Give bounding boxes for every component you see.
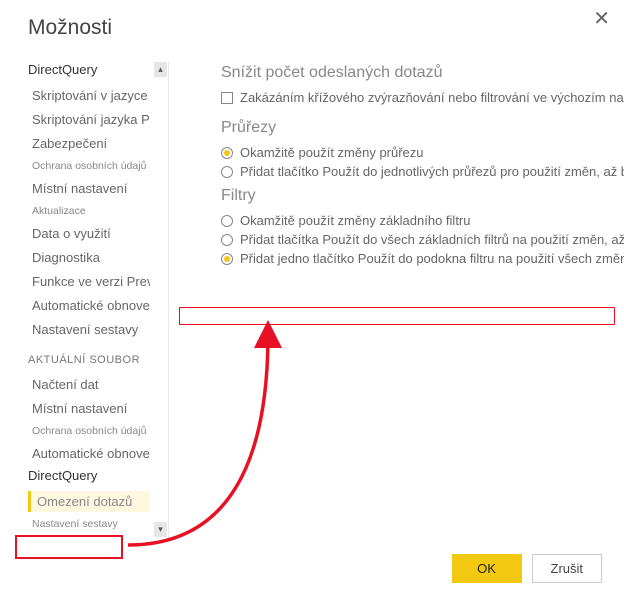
close-icon[interactable]: ✕ [593, 6, 610, 31]
sidebar: ▴ DirectQuery Skriptování v jazyce R Skr… [28, 62, 150, 540]
sidebar-item-usage-data[interactable]: Data o využití [28, 223, 150, 244]
sidebar-item-directquery1[interactable]: DirectQuery [28, 62, 150, 77]
checkbox-disable-crosshighlight-label: Zakázáním křížového zvýrazňování nebo fi… [240, 90, 624, 105]
sidebar-item-local-settings1[interactable]: Místní nastavení [28, 178, 150, 199]
sidebar-item-data-load[interactable]: Načtení dat [28, 374, 150, 395]
radio-filter-instant[interactable] [221, 215, 233, 227]
sidebar-item-auto-recovery2[interactable]: Automatické obnovení [28, 443, 150, 464]
sidebar-item-preview-features[interactable]: Funkce ve verzi Preview [28, 271, 150, 292]
sidebar-item-privacy1[interactable]: Ochrana osobních údajů [28, 157, 150, 175]
sidebar-item-privacy2[interactable]: Ochrana osobních údajů [28, 422, 150, 440]
dialog-footer: OK Zrušit [452, 554, 603, 583]
sidebar-item-security[interactable]: Zabezpečení [28, 133, 150, 154]
sidebar-item-report-settings2[interactable]: Nastavení sestavy [28, 515, 150, 533]
sidebar-item-auto-recovery1[interactable]: Automatické obnovení [28, 295, 150, 316]
radio-filter-apply-all[interactable] [221, 253, 233, 265]
cancel-button[interactable]: Zrušit [532, 554, 603, 583]
section-slicers: Průřezy [221, 119, 624, 137]
radio-filter-apply-all-label: Přidat jedno tlačítko Použít do podokna … [240, 251, 624, 266]
dialog-title: Možnosti [28, 16, 624, 40]
scroll-up-icon[interactable]: ▴ [154, 62, 167, 77]
radio-slicer-apply-button[interactable] [221, 166, 233, 178]
sidebar-item-reduce-queries[interactable]: Omezení dotazů [28, 491, 150, 512]
options-content: Snížit počet odeslaných dotazů Zakázáním… [168, 62, 624, 540]
checkbox-disable-crosshighlight[interactable] [221, 92, 233, 104]
radio-slicer-apply-button-label: Přidat tlačítko Použít do jednotlivých p… [240, 164, 624, 179]
ok-button[interactable]: OK [452, 554, 522, 583]
radio-filter-instant-label: Okamžitě použít změny základního filtru [240, 213, 471, 228]
scroll-down-icon[interactable]: ▾ [154, 522, 167, 537]
sidebar-item-r-scripting[interactable]: Skriptování v jazyce R [28, 85, 150, 106]
sidebar-section-current-file: AKTUÁLNÍ SOUBOR [28, 354, 150, 366]
sidebar-item-directquery2[interactable]: DirectQuery [28, 468, 150, 483]
section-reduce-queries: Snížit počet odeslaných dotazů [221, 64, 624, 82]
sidebar-item-python-scripting[interactable]: Skriptování jazyka Python [28, 109, 150, 130]
sidebar-item-report-settings1[interactable]: Nastavení sestavy [28, 319, 150, 340]
sidebar-item-diagnostics[interactable]: Diagnostika [28, 247, 150, 268]
sidebar-item-local-settings2[interactable]: Místní nastavení [28, 398, 150, 419]
sidebar-item-updates[interactable]: Aktualizace [28, 202, 150, 220]
section-filters: Filtry [221, 187, 624, 205]
radio-filter-apply-each-label: Přidat tlačítka Použít do všech základní… [240, 232, 624, 247]
radio-slicer-instant-label: Okamžitě použít změny průřezu [240, 145, 424, 160]
radio-filter-apply-each[interactable] [221, 234, 233, 246]
radio-slicer-instant[interactable] [221, 147, 233, 159]
